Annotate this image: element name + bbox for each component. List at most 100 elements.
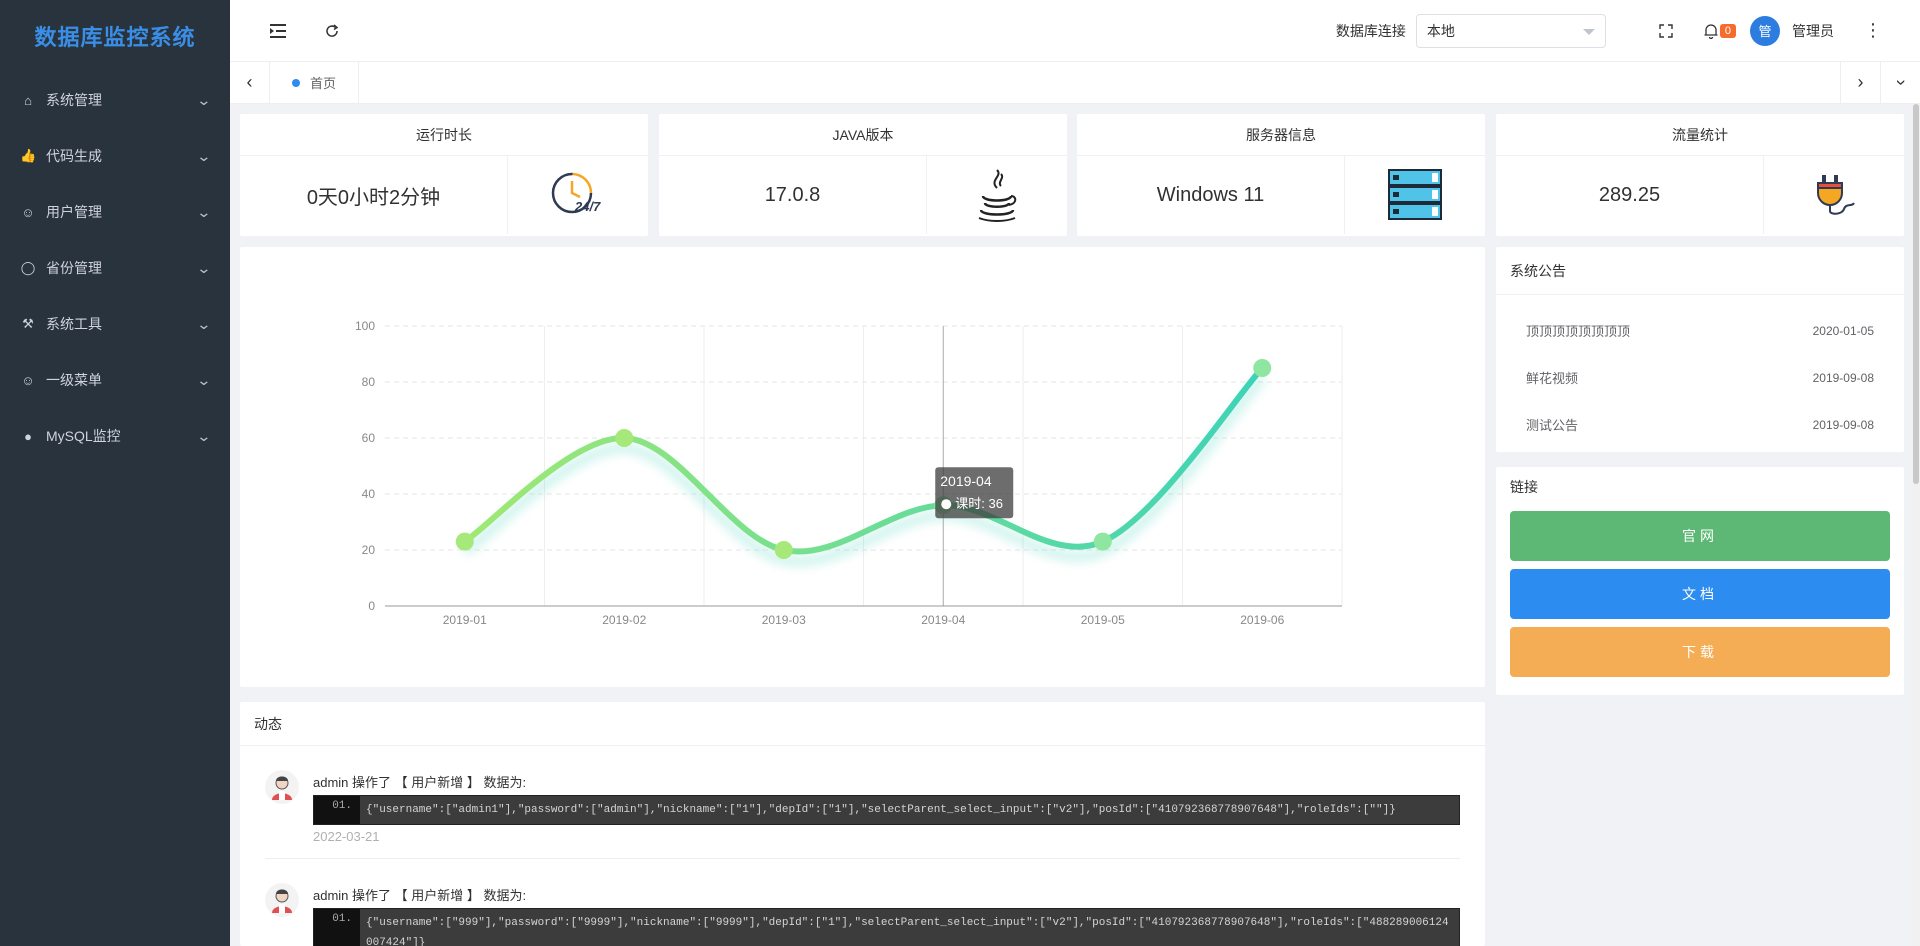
link-button-0[interactable]: 官网 — [1510, 511, 1890, 561]
y-tick-label: 20 — [362, 543, 376, 557]
sidebar-item-5[interactable]: ☺ 一级菜单 ⌄ — [0, 352, 230, 408]
code-line-number: 01. — [314, 796, 360, 824]
data-point — [774, 541, 793, 559]
code-text: {"username":["admin1"],"password":["admi… — [366, 804, 1396, 816]
user-avatar-icon — [265, 883, 299, 917]
circle-icon: ● — [24, 428, 32, 444]
tab-home[interactable]: 首页 — [270, 61, 360, 104]
stat-card-traffic: 流量统计 289.25 — [1496, 114, 1904, 236]
chevron-right-icon: › — [1857, 72, 1864, 92]
notice-item-date: 2019-09-08 — [1812, 370, 1874, 385]
notice-item-title: 鲜花视频 — [1526, 371, 1579, 386]
code-text: {"username":["999"],"password":["9999"],… — [366, 917, 1449, 946]
chevron-down-icon: › — [1891, 79, 1911, 86]
tooltip-marker — [941, 499, 952, 510]
globe-icon: ◯ — [20, 260, 36, 275]
tab-home-label: 首页 — [310, 76, 337, 91]
notice-item-title: 顶顶顶顶顶顶顶顶 — [1526, 324, 1631, 339]
y-tick-label: 0 — [368, 599, 375, 613]
notification-button[interactable]: 0 — [1704, 23, 1736, 39]
data-point — [455, 532, 474, 551]
x-tick-label: 2019-02 — [602, 613, 646, 627]
code-block: 01. {"username":["999"],"password":["9999… — [313, 908, 1460, 946]
chevron-down-icon: ⌄ — [196, 147, 212, 164]
notice-item[interactable]: 测试公告 2019-09-08 — [1496, 401, 1904, 448]
tabs-bar: ‹ 首页 › › — [230, 61, 1920, 104]
sidebar-item-3[interactable]: ◯ 省份管理 ⌄ — [0, 240, 230, 296]
tabs-scroll-left-button[interactable]: ‹ — [230, 61, 270, 104]
x-tick-label: 2019-05 — [1081, 613, 1125, 627]
fullscreen-button[interactable] — [1646, 11, 1686, 51]
more-options-icon[interactable]: ⋮ — [1864, 20, 1882, 41]
java-icon — [927, 156, 1067, 234]
link-button-2[interactable]: 下载 — [1510, 627, 1890, 677]
avatar[interactable]: 管 — [1750, 15, 1780, 46]
notice-item[interactable]: 顶顶顶顶顶顶顶顶 2020-01-05 — [1496, 307, 1904, 354]
tooltip-title: 2019-04 — [940, 473, 992, 489]
tabs-scroll-right-button[interactable]: › — [1840, 61, 1880, 104]
active-dot-icon — [292, 78, 300, 87]
bell-icon — [1704, 23, 1718, 39]
tools-icon: ⚒ — [22, 316, 34, 331]
sidebar-item-label: 系统工具 — [46, 316, 102, 332]
username[interactable]: 管理员 — [1792, 21, 1834, 41]
tabs-dropdown-button[interactable]: › — [1880, 61, 1920, 104]
sidebar: 数据库监控系统 ⌂ 系统管理 ⌄ 👍 代码生成 ⌄ ☺ 用户管理 ⌄ ◯ 省份管理 ⌄ ⚒ 系统工具 ⌄ ☺ 一… — [0, 0, 230, 946]
chevron-down-icon: ⌄ — [196, 427, 212, 444]
sidebar-item-2[interactable]: ☺ 用户管理 ⌄ — [0, 184, 230, 240]
links-card: 链接 官网 文档 下载 — [1496, 467, 1904, 695]
sidebar-item-4[interactable]: ⚒ 系统工具 ⌄ — [0, 296, 230, 352]
user-avatar-icon — [265, 770, 299, 804]
page-scrollbar[interactable] — [1912, 104, 1920, 946]
sidebar-item-0[interactable]: ⌂ 系统管理 ⌄ — [0, 72, 230, 128]
sidebar-item-6[interactable]: ● MySQL监控 ⌄ — [0, 408, 230, 464]
db-connection-value: 本地 — [1426, 22, 1455, 39]
sidebar-item-label: 用户管理 — [46, 204, 102, 220]
home-icon: ⌂ — [24, 92, 32, 108]
user-icon: ☺ — [21, 204, 35, 220]
tooltip-text: 课时: 36 — [955, 496, 1003, 511]
refresh-button[interactable] — [312, 11, 352, 51]
activity-card: 动态 admin 操作了 【 用户新增 】 数据为: 01. {"username"… — [240, 702, 1485, 946]
line-chart: 0 20 40 60 80 100 2019-01 2019-02 2019-03 2019-04… — [355, 319, 1343, 627]
chart-card: 0 20 40 60 80 100 2019-01 2019-02 2019-03 2019-04… — [240, 247, 1485, 687]
chevron-left-icon: ‹ — [246, 72, 253, 92]
sidebar-item-1[interactable]: 👍 代码生成 ⌄ — [0, 128, 230, 184]
x-tick-label: 2019-01 — [443, 613, 487, 627]
y-tick-label: 80 — [362, 375, 376, 389]
activity-item: admin 操作了 【 用户新增 】 数据为: 01. {"username":["… — [240, 746, 1485, 859]
chevron-down-icon: ⌄ — [196, 371, 212, 388]
smile-icon: ☺ — [21, 372, 35, 388]
chevron-down-icon: ⌄ — [196, 203, 212, 220]
app-title: 数据库监控系统 — [34, 25, 196, 50]
chevron-down-icon — [1582, 28, 1595, 35]
notice-list: 顶顶顶顶顶顶顶顶 2020-01-05 鲜花视频 2019-09-08 测试公告 2019… — [1496, 295, 1904, 448]
sidebar-item-label: 系统管理 — [46, 92, 102, 108]
data-point — [615, 429, 634, 447]
notice-item-date: 2020-01-05 — [1812, 323, 1874, 338]
chevron-down-icon: ⌄ — [196, 91, 212, 108]
notice-item[interactable]: 鲜花视频 2019-09-08 — [1496, 354, 1904, 401]
code-block: 01. {"username":["admin1"],"password":["a… — [313, 795, 1460, 825]
stat-card-uptime: 运行时长 0天0小时2分钟 24/7 — [240, 114, 648, 236]
stat-card-java: JAVA版本 17.0.8 — [659, 114, 1067, 236]
fullscreen-icon — [1659, 23, 1673, 38]
activity-head: admin 操作了 【 用户新增 】 数据为: — [313, 775, 527, 790]
sidebar-item-label: 一级菜单 — [46, 372, 102, 388]
stat-title: 运行时长 — [240, 114, 648, 156]
thumb-up-icon: 👍 — [20, 148, 37, 163]
sidebar-item-label: MySQL监控 — [46, 428, 121, 444]
activity-list: admin 操作了 【 用户新增 】 数据为: 01. {"username":["… — [240, 746, 1485, 946]
collapse-menu-button[interactable] — [258, 11, 298, 51]
db-connection-select[interactable]: 本地 — [1415, 13, 1606, 48]
notification-badge: 0 — [1719, 23, 1736, 38]
sidebar-item-label: 代码生成 — [46, 148, 102, 164]
x-tick-label: 2019-06 — [1240, 613, 1284, 627]
link-button-1[interactable]: 文档 — [1510, 569, 1890, 619]
scrollbar-thumb[interactable] — [1913, 104, 1919, 484]
clock-label: 24/7 — [574, 199, 601, 214]
x-tick-label: 2019-03 — [762, 613, 806, 627]
plug-icon — [1764, 156, 1904, 234]
chevron-down-icon: ⌄ — [196, 315, 212, 332]
activity-head: admin 操作了 【 用户新增 】 数据为: — [313, 888, 527, 903]
